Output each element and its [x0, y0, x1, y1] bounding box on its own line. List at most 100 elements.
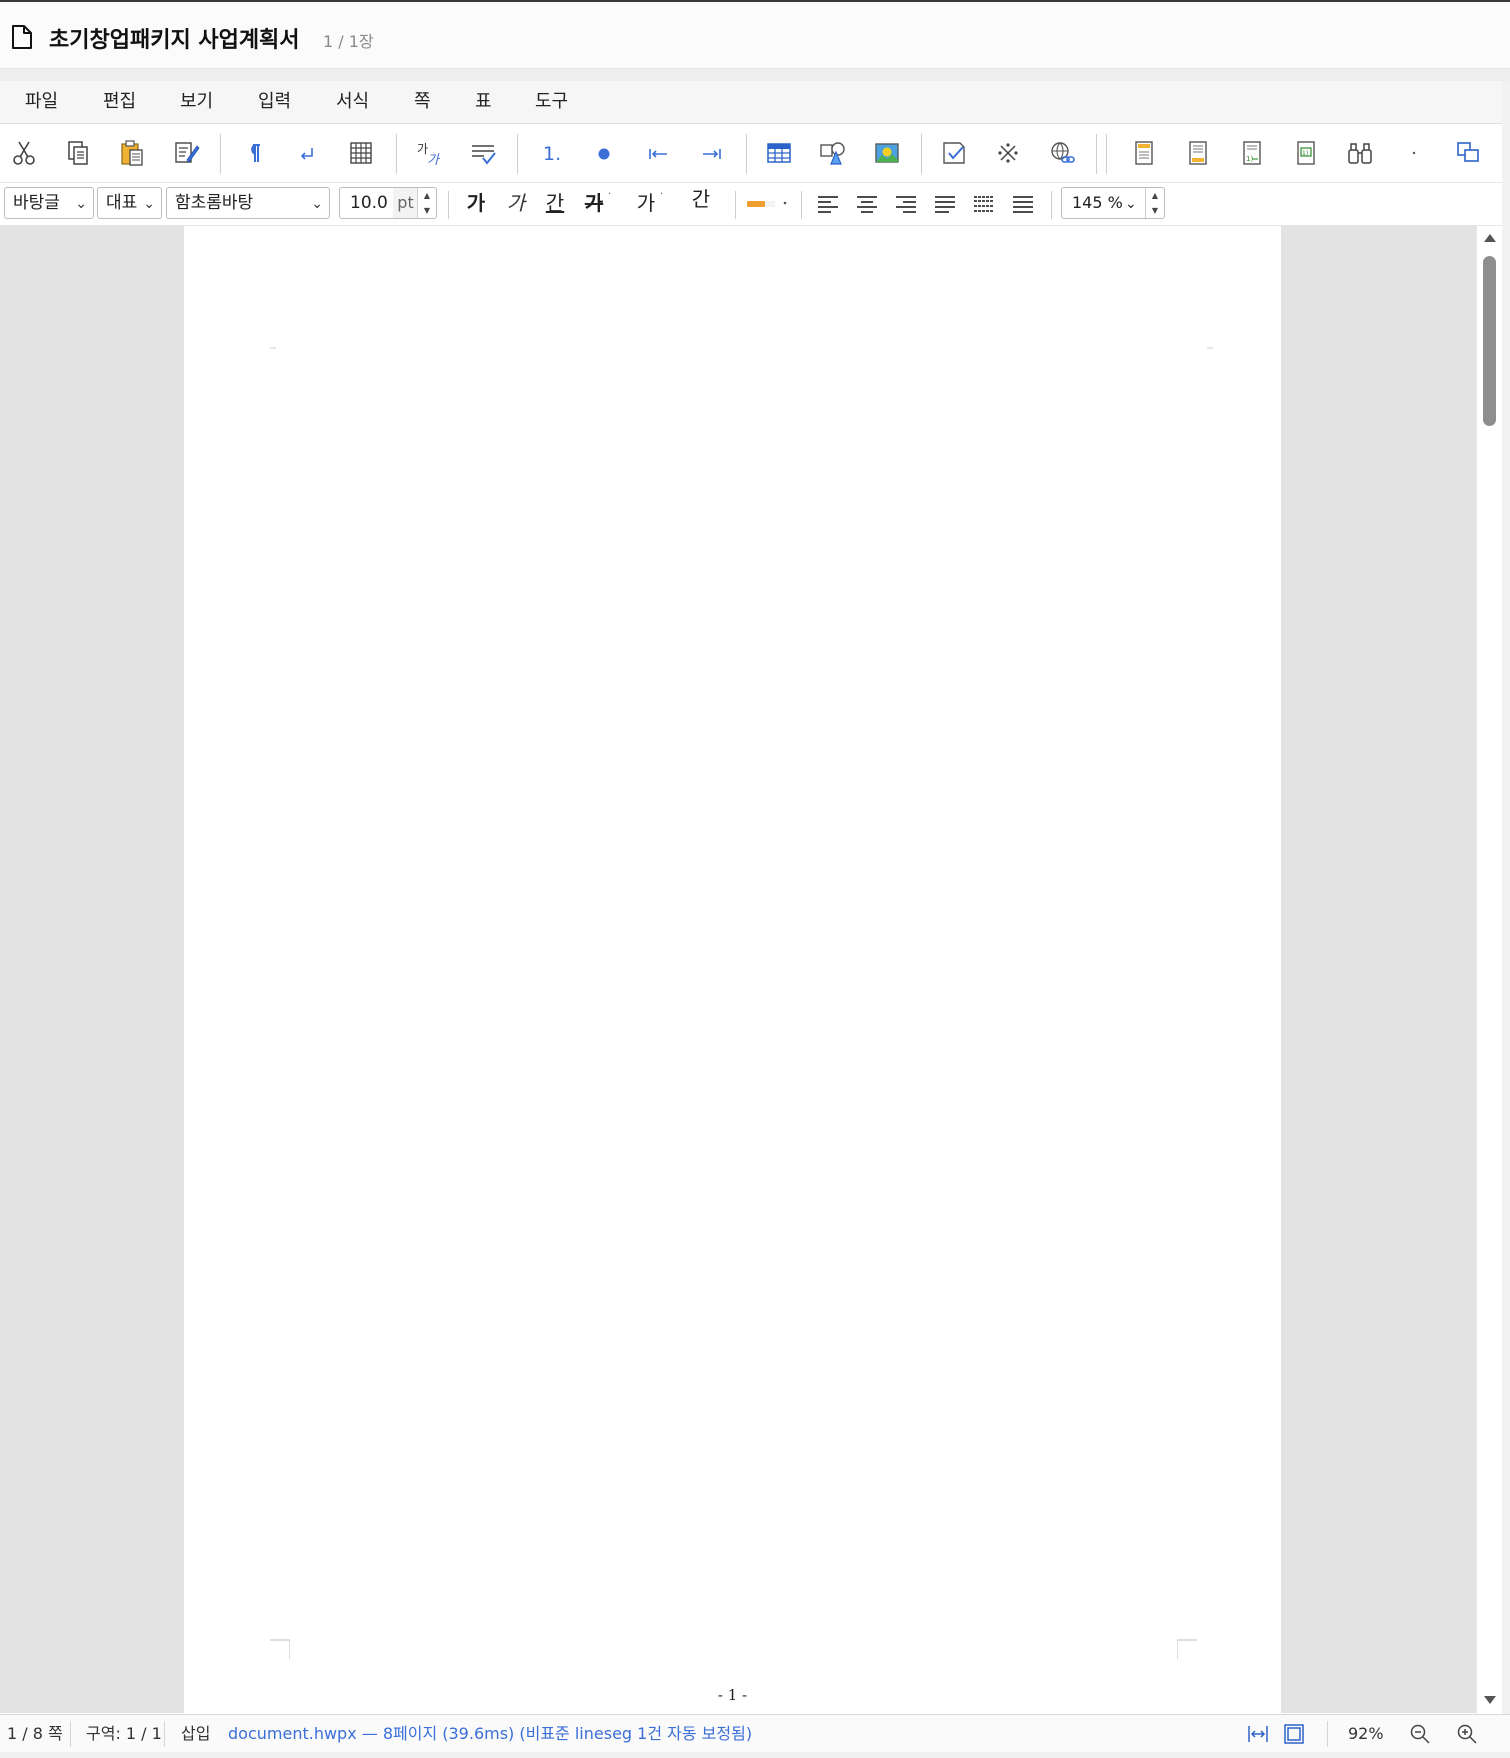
format-bar: 바탕글 ⌄ 대표 ⌄ 함초롬바탕 ⌄ 10.0 pt ▲ ▼ 가 가 간 가 ·…: [0, 183, 1510, 226]
symbol-icon[interactable]: [990, 135, 1026, 171]
strikethrough-button[interactable]: 가: [580, 187, 608, 219]
style-value: 바탕글: [13, 193, 60, 213]
numbered-list-icon[interactable]: 1.: [532, 135, 568, 171]
font-size-stepper[interactable]: ▲ ▼: [417, 188, 436, 218]
menu-insert[interactable]: 입력: [258, 81, 291, 123]
align-right-icon[interactable]: [894, 192, 918, 216]
highlight-color-button[interactable]: [745, 193, 790, 215]
language-select[interactable]: 대표 ⌄: [97, 187, 162, 219]
bold-button[interactable]: 가: [462, 187, 490, 219]
spin-up-icon[interactable]: ▲: [418, 188, 436, 203]
menu-format[interactable]: 서식: [336, 81, 369, 123]
para-shape-icon[interactable]: [465, 135, 501, 171]
shapes-icon[interactable]: [815, 135, 851, 171]
status-zoom: 92%: [1348, 1724, 1384, 1743]
spin-down-icon[interactable]: ▼: [418, 203, 436, 218]
svg-text:1): 1): [1302, 150, 1308, 157]
document-title: 초기창업패키지 사업계획서: [49, 28, 300, 53]
toolbar-separator: [220, 134, 221, 174]
hyperlink-icon[interactable]: [1044, 135, 1080, 171]
scroll-thumb[interactable]: [1483, 256, 1496, 426]
spin-down-icon[interactable]: ▼: [1146, 203, 1164, 218]
margin-corner-mark: [270, 1639, 290, 1659]
svg-text:가: 가: [427, 153, 441, 168]
scroll-up-icon[interactable]: [1483, 231, 1497, 245]
image-icon[interactable]: [869, 135, 905, 171]
paste-icon[interactable]: [114, 135, 150, 171]
margin-corner-mark: [270, 347, 276, 349]
scroll-down-icon[interactable]: [1483, 1693, 1497, 1707]
status-message: document.hwpx — 8페이지 (39.6ms) (비표준 lines…: [228, 1724, 753, 1743]
bullet-list-icon[interactable]: [586, 135, 622, 171]
more-icon[interactable]: [1396, 135, 1432, 171]
style-select[interactable]: 바탕글 ⌄: [4, 187, 94, 219]
footnote-icon[interactable]: 1): [1234, 135, 1270, 171]
status-section: 구역: 1 / 1: [86, 1724, 162, 1743]
line-break-icon[interactable]: [289, 135, 325, 171]
font-value: 함초롬바탕: [175, 193, 254, 213]
vertical-scrollbar[interactable]: [1476, 226, 1503, 1713]
fit-page-icon[interactable]: [1283, 1723, 1305, 1745]
align-divide-icon[interactable]: [1011, 192, 1035, 216]
grid-icon[interactable]: [343, 135, 379, 171]
strike-dropdown-icon[interactable]: ·: [608, 189, 611, 200]
header-icon[interactable]: [1126, 135, 1162, 171]
indent-icon[interactable]: [694, 135, 730, 171]
menu-edit[interactable]: 편집: [103, 81, 136, 123]
highlight-icon: [747, 201, 787, 207]
status-page: 1 / 8 쪽: [7, 1724, 63, 1743]
menu-page[interactable]: 쪽: [414, 81, 431, 123]
toolbar-separator: [1096, 134, 1097, 174]
menu-tools[interactable]: 도구: [535, 81, 568, 123]
italic-button[interactable]: 가: [502, 187, 530, 219]
align-center-icon[interactable]: [855, 192, 879, 216]
document-page[interactable]: - 1 -: [184, 226, 1281, 1713]
paragraph-mark-icon[interactable]: [235, 135, 271, 171]
margin-corner-mark: [1207, 347, 1213, 349]
spin-up-icon[interactable]: ▲: [1146, 188, 1164, 203]
endnote-icon[interactable]: 1): [1288, 135, 1324, 171]
language-value: 대표: [106, 193, 138, 213]
zoom-select[interactable]: 145 % ⌄ ▲ ▼: [1061, 187, 1165, 219]
align-left-icon[interactable]: [816, 192, 840, 216]
window-icon[interactable]: [1450, 135, 1486, 171]
emphasis-button[interactable]: 간: [687, 183, 715, 215]
underline-button[interactable]: 간: [541, 187, 569, 219]
font-size-input[interactable]: 10.0 pt ▲ ▼: [339, 187, 437, 219]
menu-view[interactable]: 보기: [180, 81, 213, 123]
icon-toolbar: 가가 1. 1) 1): [0, 124, 1502, 183]
toolbar-separator: [1106, 134, 1107, 174]
status-separator: [164, 1721, 165, 1747]
chevron-down-icon: ⌄: [143, 196, 155, 212]
table-icon[interactable]: [761, 135, 797, 171]
char-color-button[interactable]: 가: [632, 187, 660, 219]
cut-icon[interactable]: [6, 135, 42, 171]
char-color-dropdown-icon[interactable]: ·: [660, 189, 663, 200]
fit-width-icon[interactable]: [1247, 1723, 1269, 1745]
zoom-stepper[interactable]: ▲ ▼: [1145, 188, 1164, 218]
format-separator: [801, 191, 802, 219]
font-select[interactable]: 함초롬바탕 ⌄: [166, 187, 330, 219]
chevron-down-icon: ⌄: [311, 196, 323, 212]
zoom-out-icon[interactable]: [1409, 1723, 1431, 1745]
right-edge: [1502, 81, 1510, 1758]
toolbar-separator: [921, 134, 922, 174]
char-shape-icon[interactable]: 가가: [411, 135, 447, 171]
menu-bar: 파일 편집 보기 입력 서식 쪽 표 도구: [0, 81, 1502, 124]
font-size-value: 10.0: [350, 193, 388, 213]
outdent-icon[interactable]: [640, 135, 676, 171]
footer-icon[interactable]: [1180, 135, 1216, 171]
menu-file[interactable]: 파일: [25, 81, 58, 123]
align-justify-icon[interactable]: [933, 192, 957, 216]
zoom-in-icon[interactable]: [1456, 1723, 1478, 1745]
menu-table[interactable]: 표: [475, 81, 492, 123]
format-separator: [1051, 191, 1052, 219]
status-bar: 1 / 8 쪽 구역: 1 / 1 삽입 document.hwpx — 8페이…: [0, 1714, 1510, 1753]
status-separator: [70, 1721, 71, 1747]
align-distribute-icon[interactable]: [972, 192, 996, 216]
copy-icon[interactable]: [60, 135, 96, 171]
page-number: - 1 -: [717, 1686, 748, 1704]
format-painter-icon[interactable]: [168, 135, 204, 171]
comment-icon[interactable]: [936, 135, 972, 171]
find-icon[interactable]: [1342, 135, 1378, 171]
